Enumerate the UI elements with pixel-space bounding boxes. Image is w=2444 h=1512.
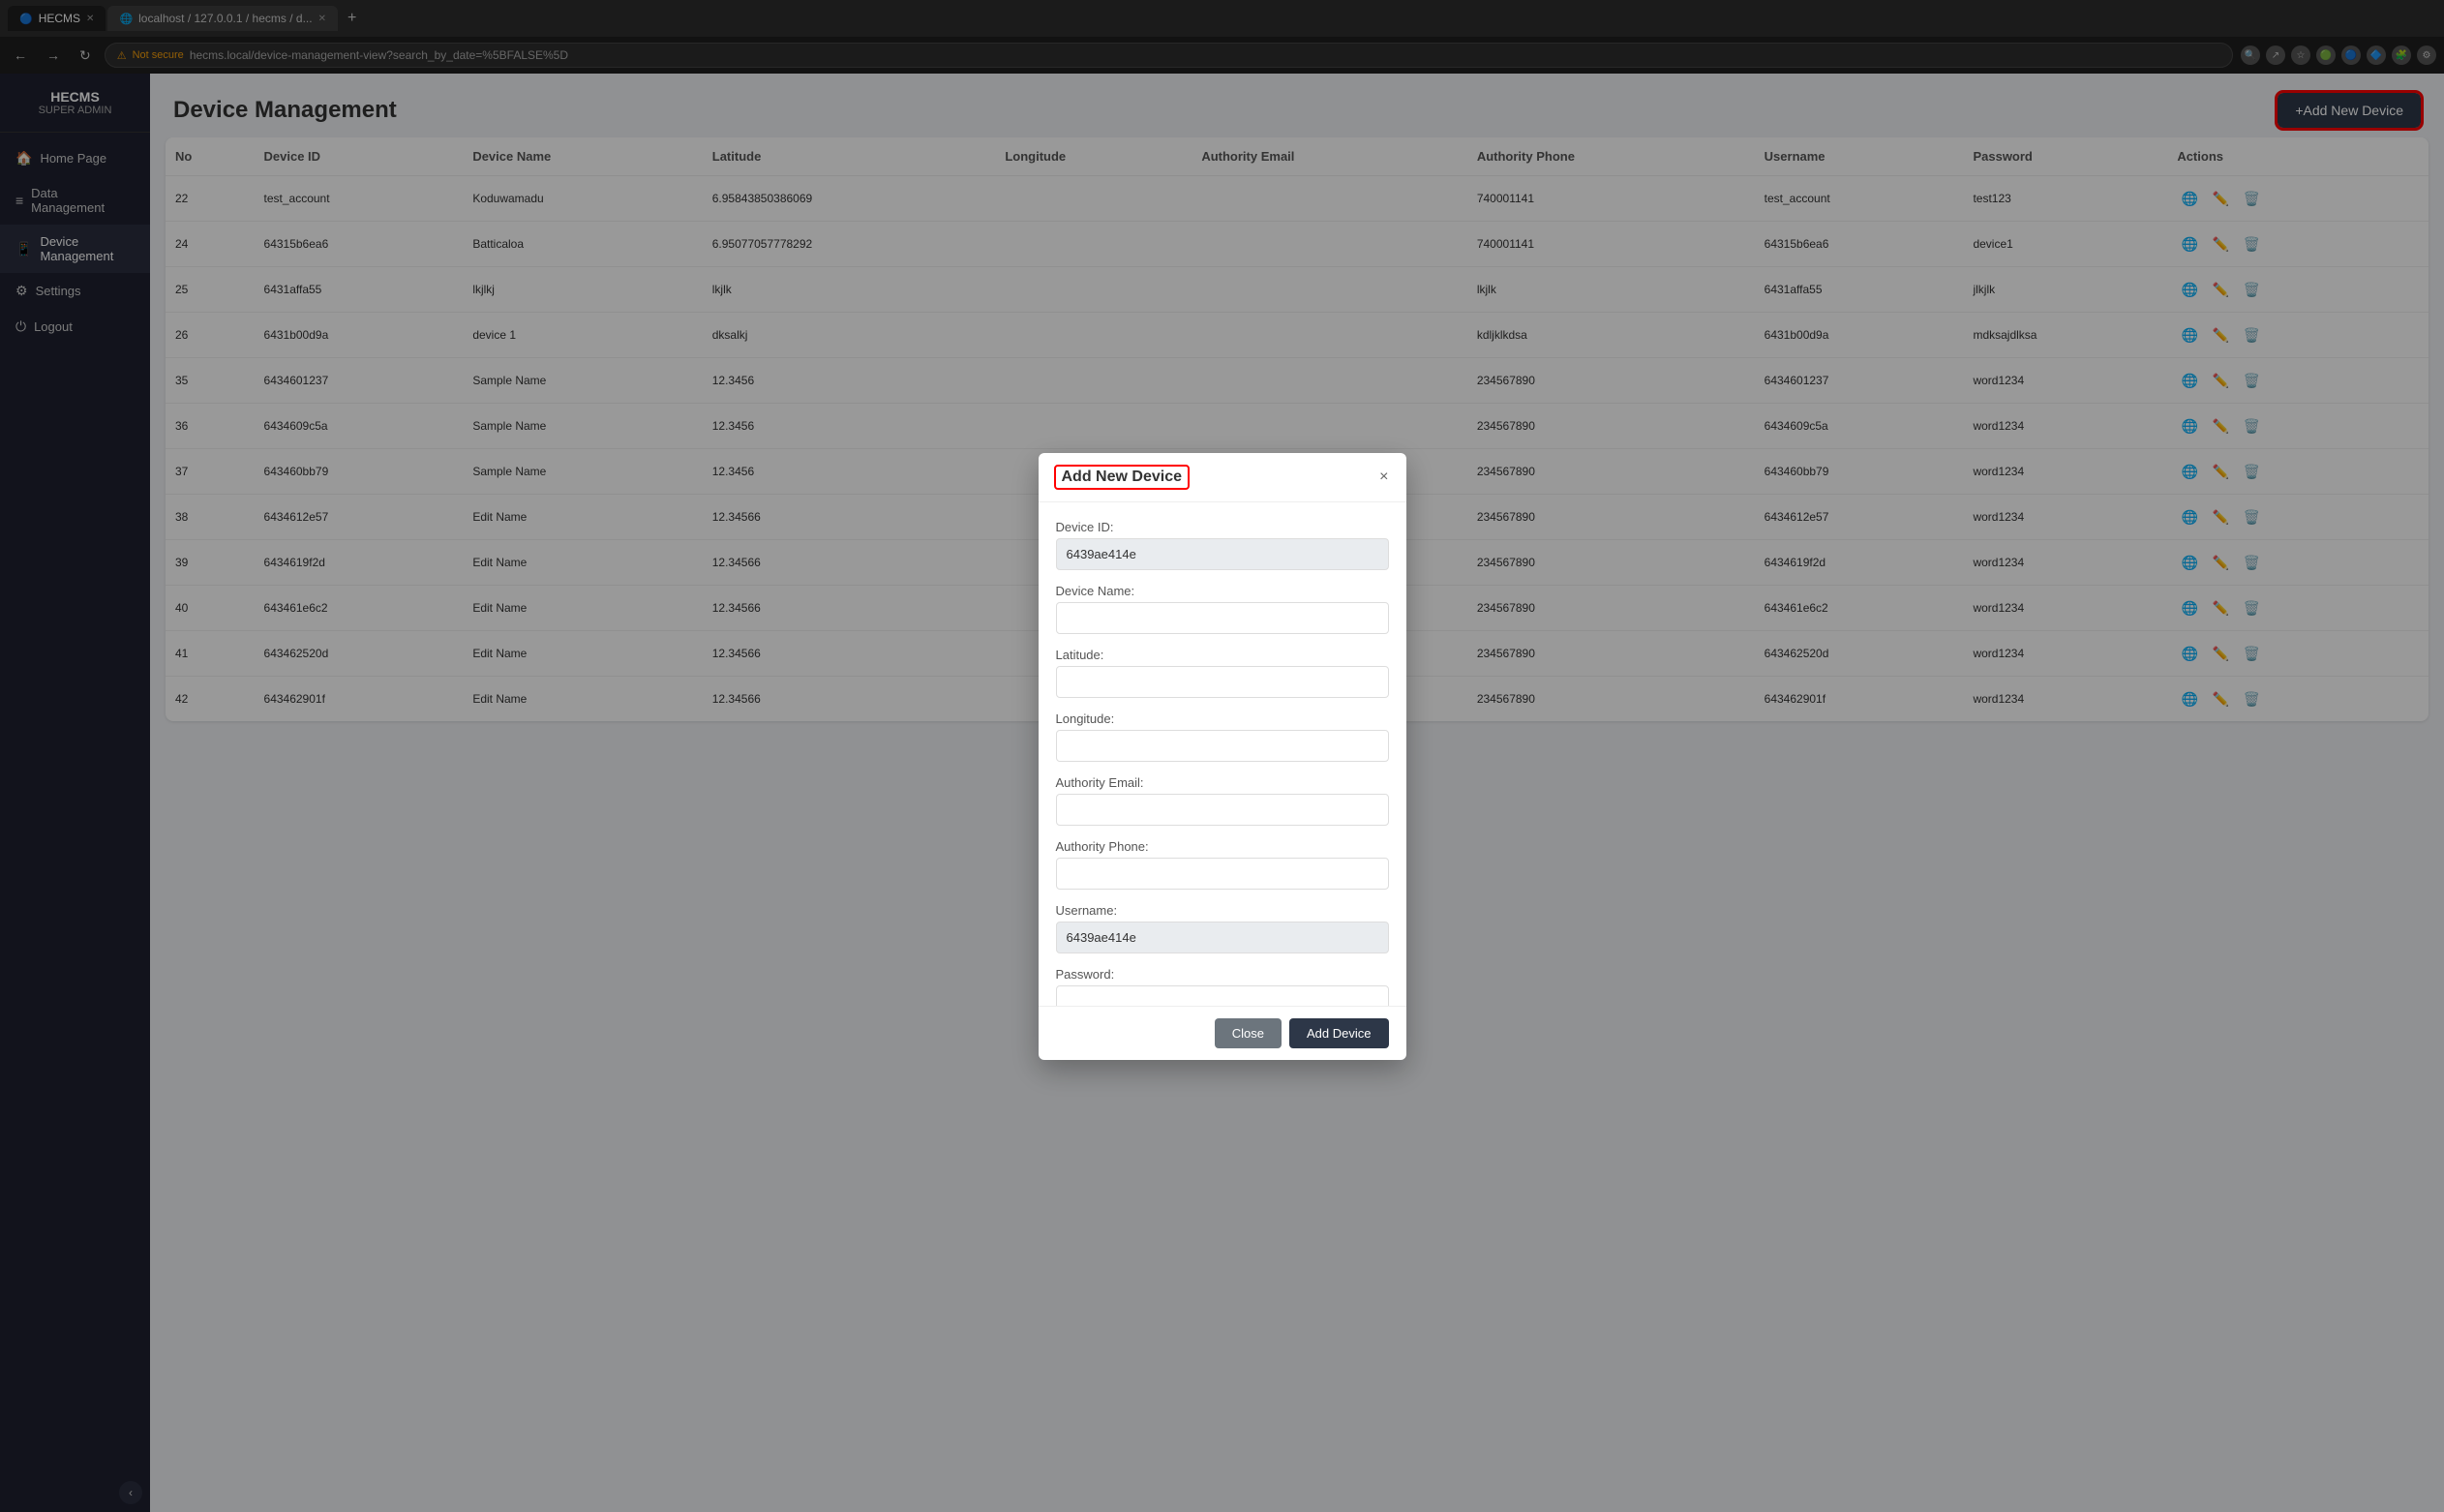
latitude-input[interactable] (1056, 666, 1389, 698)
username-input[interactable] (1056, 922, 1389, 953)
username-label: Username: (1056, 903, 1389, 918)
modal-close-btn[interactable]: Close (1215, 1018, 1282, 1048)
password-label: Password: (1056, 967, 1389, 982)
form-group-device-id: Device ID: (1056, 520, 1389, 570)
device-id-input[interactable] (1056, 538, 1389, 570)
form-group-authority-phone: Authority Phone: (1056, 839, 1389, 890)
modal-add-device-btn[interactable]: Add Device (1289, 1018, 1388, 1048)
longitude-input[interactable] (1056, 730, 1389, 762)
form-group-authority-email: Authority Email: (1056, 775, 1389, 826)
form-group-device-name: Device Name: (1056, 584, 1389, 634)
device-name-input[interactable] (1056, 602, 1389, 634)
device-name-label: Device Name: (1056, 584, 1389, 598)
latitude-label: Latitude: (1056, 648, 1389, 662)
modal-overlay[interactable]: Add New Device × Device ID: Device Name:… (150, 74, 2444, 1512)
modal-footer: Close Add Device (1039, 1006, 1406, 1060)
modal-header: Add New Device × (1039, 453, 1406, 502)
form-group-password: Password: (1056, 967, 1389, 1006)
app: HECMS SUPER ADMIN 🏠 Home Page ≡ Data Man… (0, 74, 2444, 1512)
authority-email-input[interactable] (1056, 794, 1389, 826)
form-group-latitude: Latitude: (1056, 648, 1389, 698)
modal-body: Device ID: Device Name: Latitude: Longit… (1039, 502, 1406, 1006)
form-group-longitude: Longitude: (1056, 711, 1389, 762)
device-id-label: Device ID: (1056, 520, 1389, 534)
form-group-username: Username: (1056, 903, 1389, 953)
longitude-label: Longitude: (1056, 711, 1389, 726)
add-device-modal: Add New Device × Device ID: Device Name:… (1039, 453, 1406, 1060)
password-input[interactable] (1056, 985, 1389, 1006)
modal-close-button[interactable]: × (1379, 469, 1388, 486)
authority-phone-input[interactable] (1056, 858, 1389, 890)
main-content: Device Management +Add New Device No Dev… (150, 74, 2444, 1512)
authority-phone-label: Authority Phone: (1056, 839, 1389, 854)
authority-email-label: Authority Email: (1056, 775, 1389, 790)
modal-title: Add New Device (1056, 467, 1188, 488)
